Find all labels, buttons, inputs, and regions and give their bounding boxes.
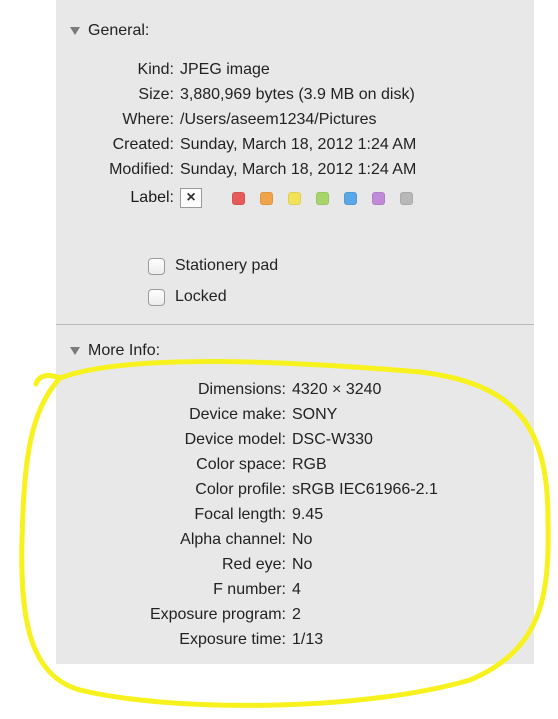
exposure-time-row: Exposure time: 1/13 (56, 628, 534, 652)
where-label: Where: (122, 111, 174, 128)
info-window: General: Kind: JPEG image Size: 3,880,96… (0, 0, 558, 719)
device-model-value: DSC-W330 (292, 431, 373, 448)
where-value: /Users/aseem1234/Pictures (180, 111, 377, 128)
exposure-program-value: 2 (292, 606, 301, 623)
color-space-row: Color space: RGB (56, 453, 534, 477)
label-yellow-swatch[interactable] (288, 192, 301, 205)
stationery-pad-checkbox[interactable]: Stationery pad (148, 255, 278, 277)
f-number-label: F number: (213, 581, 286, 598)
size-value: 3,880,969 bytes (3.9 MB on disk) (180, 86, 415, 103)
where-row: Where: /Users/aseem1234/Pictures (56, 108, 534, 132)
modified-value: Sunday, March 18, 2012 1:24 AM (180, 161, 417, 178)
exposure-program-label: Exposure program: (149, 606, 286, 623)
label-label: Label: (130, 189, 174, 206)
red-eye-row: Red eye: No (56, 553, 534, 577)
label-green-swatch[interactable] (316, 192, 329, 205)
info-panel: General: Kind: JPEG image Size: 3,880,96… (56, 0, 534, 664)
exposure-program-row: Exposure program: 2 (56, 603, 534, 627)
label-row: Label: × (56, 186, 534, 210)
device-model-label: Device model: (184, 431, 286, 448)
created-value: Sunday, March 18, 2012 1:24 AM (180, 136, 417, 153)
focal-length-row: Focal length: 9.45 (56, 503, 534, 527)
more-info-section-title: More Info: (88, 342, 161, 359)
modified-label: Modified: (109, 161, 174, 178)
red-eye-value: No (292, 556, 313, 573)
stationery-pad-label: Stationery pad (175, 257, 279, 274)
more-info-section-header[interactable]: More Info: (56, 336, 534, 366)
device-make-label: Device make: (189, 406, 286, 423)
color-space-value: RGB (292, 456, 327, 473)
device-model-row: Device model: DSC-W330 (56, 428, 534, 452)
kind-value: JPEG image (180, 61, 270, 78)
locked-label: Locked (175, 288, 227, 305)
modified-row: Modified: Sunday, March 18, 2012 1:24 AM (56, 158, 534, 182)
label-purple-swatch[interactable] (372, 192, 385, 205)
created-label: Created: (112, 136, 174, 153)
kind-label: Kind: (137, 61, 174, 78)
exposure-time-value: 1/13 (292, 631, 324, 648)
dimensions-row: Dimensions: 4320 × 3240 (56, 378, 534, 402)
alpha-channel-label: Alpha channel: (180, 531, 286, 548)
device-make-row: Device make: SONY (56, 403, 534, 427)
color-profile-label: Color profile: (195, 481, 286, 498)
locked-box[interactable] (148, 288, 165, 306)
dimensions-value: 4320 × 3240 (292, 381, 382, 398)
exposure-time-label: Exposure time: (179, 631, 286, 648)
disclosure-triangle-icon[interactable] (70, 27, 80, 35)
color-profile-row: Color profile: sRGB IEC61966-2.1 (56, 478, 534, 502)
focal-length-value: 9.45 (292, 506, 324, 523)
general-section-header[interactable]: General: (56, 16, 534, 46)
locked-checkbox[interactable]: Locked (148, 286, 227, 308)
f-number-value: 4 (292, 581, 301, 598)
device-make-value: SONY (292, 406, 338, 423)
section-divider (56, 324, 534, 325)
alpha-channel-row: Alpha channel: No (56, 528, 534, 552)
alpha-channel-value: No (292, 531, 313, 548)
created-row: Created: Sunday, March 18, 2012 1:24 AM (56, 133, 534, 157)
label-red-swatch[interactable] (232, 192, 245, 205)
f-number-row: F number: 4 (56, 578, 534, 602)
dimensions-label: Dimensions: (197, 381, 286, 398)
size-label: Size: (138, 86, 174, 103)
focal-length-label: Focal length: (194, 506, 286, 523)
label-none-button[interactable]: × (180, 188, 202, 208)
label-orange-swatch[interactable] (260, 192, 273, 205)
color-profile-value: sRGB IEC61966-2.1 (292, 481, 438, 498)
red-eye-label: Red eye: (221, 556, 286, 573)
label-blue-swatch[interactable] (344, 192, 357, 205)
kind-row: Kind: JPEG image (56, 58, 534, 82)
general-section-title: General: (88, 22, 150, 39)
label-gray-swatch[interactable] (400, 192, 413, 205)
stationery-pad-box[interactable] (148, 257, 165, 275)
size-row: Size: 3,880,969 bytes (3.9 MB on disk) (56, 83, 534, 107)
disclosure-triangle-icon[interactable] (70, 347, 80, 355)
color-space-label: Color space: (196, 456, 286, 473)
